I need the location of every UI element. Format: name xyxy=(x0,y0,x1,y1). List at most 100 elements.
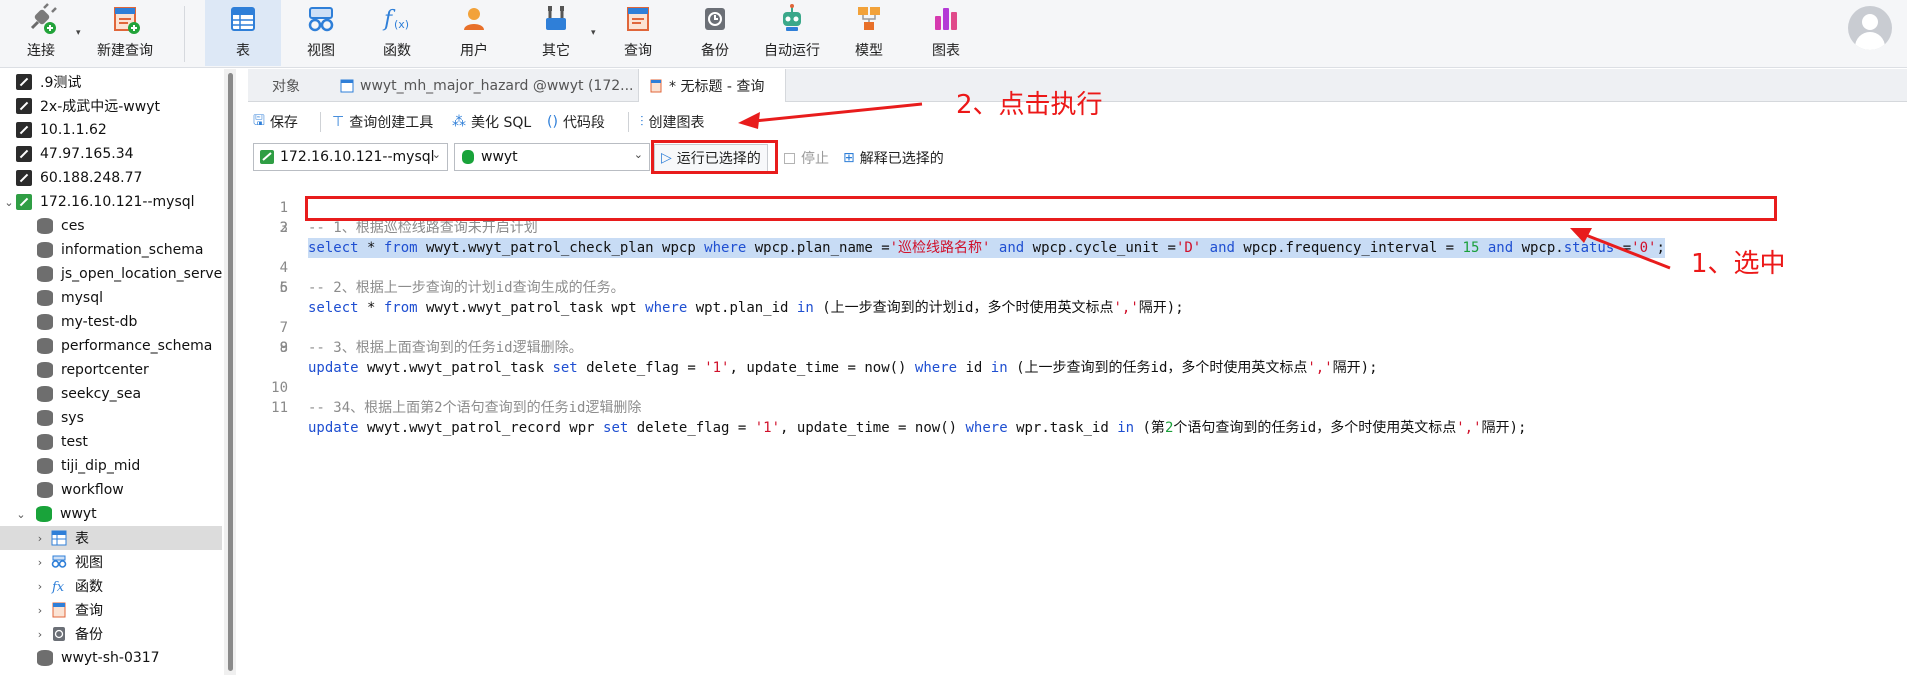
table-icon xyxy=(226,2,260,36)
chart-button[interactable]: 图表 xyxy=(921,0,971,66)
database-icon xyxy=(37,218,53,234)
chevron-right-icon[interactable]: › xyxy=(33,628,47,641)
tree-item-database-open[interactable]: ⌄ wwyt xyxy=(0,502,222,526)
code-snippet-button[interactable]: () 代码段 xyxy=(547,110,605,134)
chart-label: 图表 xyxy=(932,43,960,59)
table-icon xyxy=(51,530,67,546)
user-icon xyxy=(457,2,491,36)
editor-line: 10 -- 34、根据上面第2个语句查询到的任务id逻辑删除 xyxy=(271,380,642,416)
connect-dropdown-icon[interactable]: ▾ xyxy=(76,28,81,38)
chevron-right-icon[interactable]: › xyxy=(33,604,47,617)
tree-item-database[interactable]: mysql xyxy=(0,286,222,310)
wrench-icon: ⊤ xyxy=(332,114,345,130)
new-query-icon xyxy=(108,2,142,36)
tree-item-database[interactable]: information_schema xyxy=(0,238,222,262)
parentheses-icon: () xyxy=(547,114,558,130)
tab-untitled-query[interactable]: * 无标题 - 查询 xyxy=(638,69,786,102)
connection-select[interactable]: 172.16.10.121--mysql ⌄ xyxy=(253,143,448,171)
tab-table-design[interactable]: wwyt_mh_major_hazard @wwyt (172... xyxy=(330,69,650,102)
tree-item-database[interactable]: wwyt-sh-0317 xyxy=(0,646,222,670)
function-icon: fx xyxy=(51,578,67,595)
automation-button[interactable]: 自动运行 xyxy=(757,0,827,66)
save-button[interactable]: 🖫 保存 xyxy=(253,110,298,134)
tree-item-database[interactable]: tiji_dip_mid xyxy=(0,454,222,478)
backup-button[interactable]: 备份 xyxy=(690,0,740,66)
table-button[interactable]: 表 xyxy=(205,0,281,66)
model-button[interactable]: 模型 xyxy=(844,0,894,66)
tree-item-queries[interactable]: › 查询 xyxy=(0,598,222,622)
model-icon xyxy=(852,2,886,36)
tree-item-connection[interactable]: 2x-成武中远-wwyt xyxy=(0,94,222,118)
chevron-down-icon[interactable]: ⌄ xyxy=(2,196,16,209)
connection-icon xyxy=(16,146,32,162)
connect-label: 连接 xyxy=(27,43,55,59)
function-button[interactable]: f (x) 函数 xyxy=(372,0,422,66)
user-avatar[interactable] xyxy=(1848,6,1892,50)
chevron-right-icon[interactable]: › xyxy=(33,556,47,569)
database-select[interactable]: wwyt ⌄ xyxy=(454,143,650,171)
stop-button[interactable]: 停止 xyxy=(784,148,829,168)
avatar-head xyxy=(1862,14,1878,30)
tree-item-database[interactable]: js_open_location_server xyxy=(0,262,222,286)
tree-item-database[interactable]: sys xyxy=(0,406,222,430)
tree-item-connection-open[interactable]: ⌄ 172.16.10.121--mysql xyxy=(0,190,222,214)
explain-selected-button[interactable]: ⊞ 解释已选择的 xyxy=(843,148,944,168)
tree-item-connection[interactable]: 10.1.1.62 xyxy=(0,118,222,142)
view-button[interactable]: 视图 xyxy=(296,0,346,66)
tree-item-views[interactable]: › 视图 xyxy=(0,550,222,574)
backup-label: 备份 xyxy=(701,43,729,59)
chart-icon xyxy=(929,2,963,36)
other-dropdown-icon[interactable]: ▾ xyxy=(591,28,596,38)
tree-item-connection[interactable]: .9测试 xyxy=(0,70,222,94)
toolbar-divider xyxy=(184,6,185,62)
chevron-right-icon[interactable]: › xyxy=(33,532,47,545)
editor-line: 5 select * from wwyt.wwyt_patrol_task wp… xyxy=(279,280,1184,316)
editor-line-selected: 2 select * from wwyt.wwyt_patrol_check_p… xyxy=(279,220,1665,258)
user-button[interactable]: 用户 xyxy=(449,0,499,66)
beautify-sql-button[interactable]: ⁂ 美化 SQL xyxy=(452,110,531,134)
tree-item-database[interactable]: workflow xyxy=(0,478,222,502)
database-icon xyxy=(36,506,52,522)
database-icon xyxy=(37,650,53,666)
database-icon xyxy=(37,410,53,426)
sql-statement: update wwyt.wwyt_patrol_record wpr set d… xyxy=(308,420,1527,436)
database-icon xyxy=(37,386,53,402)
robot-icon xyxy=(775,2,809,36)
tab-objects[interactable]: 对象 xyxy=(262,69,322,102)
tree-item-connection[interactable]: 60.188.248.77 xyxy=(0,166,222,190)
annotation-select-label: 1、选中 xyxy=(1691,249,1786,279)
new-query-button[interactable]: 新建查询 xyxy=(90,0,160,66)
glasses-icon xyxy=(51,554,67,570)
tree-item-database[interactable]: test xyxy=(0,430,222,454)
run-selected-button[interactable]: ▷ 运行已选择的 xyxy=(654,144,768,172)
svg-text:fx: fx xyxy=(51,580,65,594)
sidebar-scrollbar-thumb[interactable] xyxy=(228,73,233,671)
sql-editor[interactable]: 1 -- 1、根据巡检线路查询未开启计划 2 select * from wwy… xyxy=(248,178,1907,675)
tree-item-functions[interactable]: › fx 函数 xyxy=(0,574,222,598)
editor-line: 11 update wwyt.wwyt_patrol_record wpr se… xyxy=(271,400,1527,436)
tree-item-database[interactable]: reportcenter xyxy=(0,358,222,382)
tree-item-database[interactable]: performance_schema xyxy=(0,334,222,358)
chevron-right-icon[interactable]: › xyxy=(33,580,47,593)
action-divider xyxy=(320,112,321,132)
database-icon xyxy=(37,290,53,306)
tree-item-database[interactable]: my-test-db xyxy=(0,310,222,334)
query-builder-button[interactable]: ⊤ 查询创建工具 xyxy=(332,110,433,134)
tree-item-connection[interactable]: 47.97.165.34 xyxy=(0,142,222,166)
database-icon xyxy=(37,338,53,354)
backup-icon xyxy=(51,626,67,642)
query-button[interactable]: 查询 xyxy=(613,0,663,66)
chevron-down-icon[interactable]: ⌄ xyxy=(14,508,28,521)
tree-item-database[interactable]: seekcy_sea xyxy=(0,382,222,406)
database-icon xyxy=(461,150,475,164)
tree-item-database[interactable]: ces xyxy=(0,214,222,238)
other-button[interactable]: 其它 xyxy=(531,0,581,66)
function-label: 函数 xyxy=(383,43,411,59)
editor-line: 7 -- 3、根据上面查询到的任务id逻辑删除。 xyxy=(279,320,583,356)
tree-item-backups[interactable]: › 备份 xyxy=(0,622,222,646)
arrow-to-run-button xyxy=(744,102,923,124)
query-icon xyxy=(649,79,663,93)
tree-item-tables[interactable]: › 表 xyxy=(0,526,222,550)
create-chart-button[interactable]: ⫶ 创建图表 xyxy=(640,110,705,134)
connect-button[interactable]: 连接 xyxy=(16,0,66,66)
